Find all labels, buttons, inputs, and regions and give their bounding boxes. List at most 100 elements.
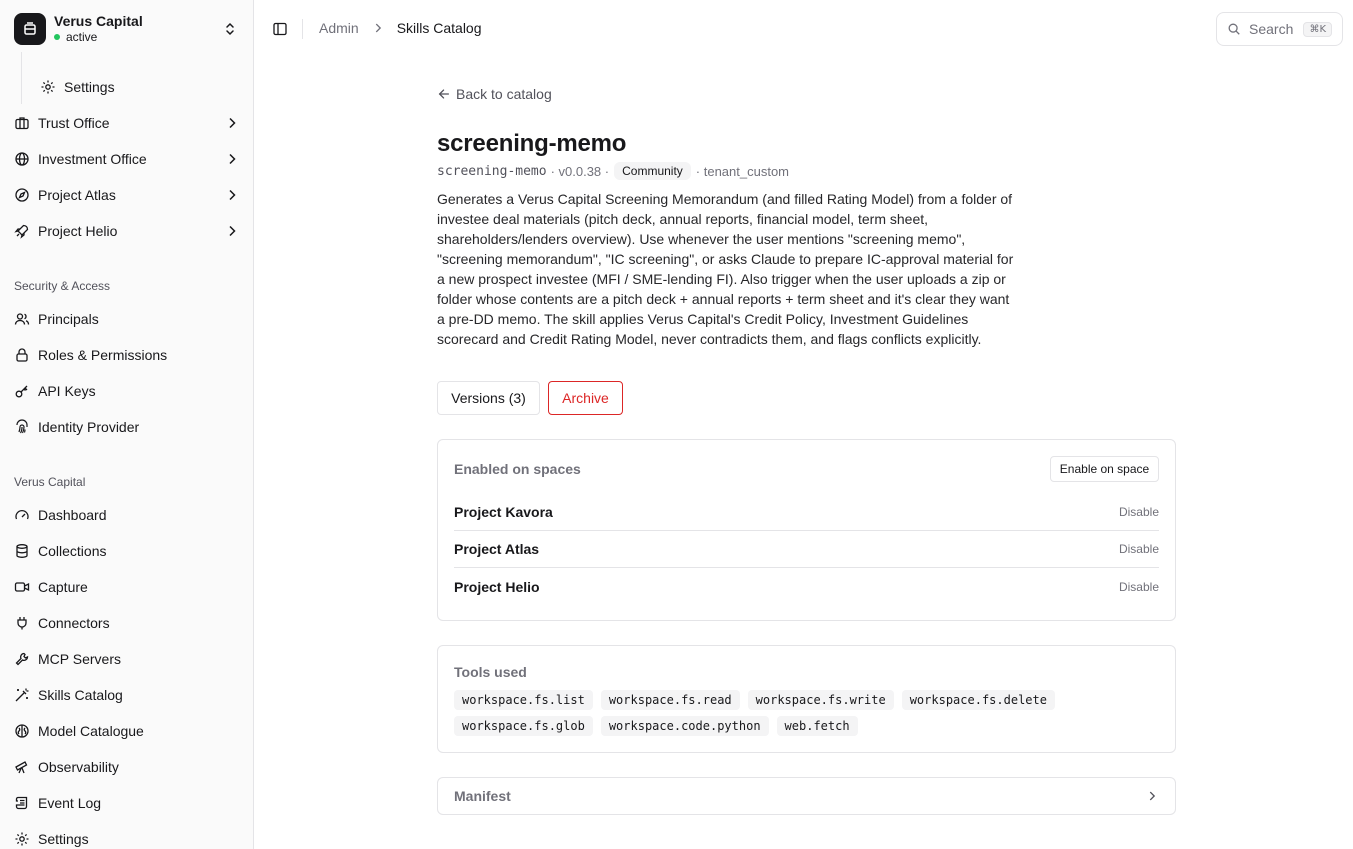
disable-button[interactable]: Disable	[1119, 542, 1159, 556]
sidebar-item-mcp-servers[interactable]: MCP Servers	[8, 643, 246, 675]
panel-left-icon	[273, 22, 287, 36]
tools-used-card: Tools used workspace.fs.list workspace.f…	[437, 645, 1176, 753]
tools-used-title: Tools used	[454, 664, 527, 680]
lock-icon	[14, 347, 30, 363]
sidebar-subitem-settings[interactable]: Settings	[34, 71, 246, 103]
scroll-icon	[14, 795, 30, 811]
key-icon	[14, 383, 30, 399]
space-name: Project Kavora	[454, 504, 553, 520]
wand-icon	[14, 687, 30, 703]
search-button[interactable]: Search ⌘K	[1216, 12, 1343, 46]
sidebar-item-project-helio[interactable]: Project Helio	[8, 215, 246, 247]
chevron-right-icon	[229, 117, 236, 129]
sidebar-item-settings[interactable]: Settings	[8, 823, 246, 849]
community-badge: Community	[614, 162, 691, 180]
arrow-left-icon	[438, 89, 450, 99]
fingerprint-icon	[14, 419, 30, 435]
status-dot-icon	[54, 34, 60, 41]
sidebar-item-investment-office[interactable]: Investment Office	[8, 143, 246, 175]
sidebar-item-observability[interactable]: Observability	[8, 751, 246, 783]
tool-chip: workspace.fs.write	[747, 690, 894, 710]
search-shortcut: ⌘K	[1303, 21, 1332, 37]
compass-icon	[14, 187, 30, 203]
group-label-org: Verus Capital	[14, 475, 86, 489]
sidebar-item-capture[interactable]: Capture	[8, 571, 246, 603]
briefcase-icon	[14, 115, 30, 131]
breadcrumb-admin[interactable]: Admin	[319, 20, 359, 36]
skill-meta: screening-memo · v0.0.38 · Community · t…	[437, 162, 789, 180]
group-label-security: Security & Access	[14, 279, 111, 293]
database-icon	[14, 543, 30, 559]
chevron-right-icon	[229, 189, 236, 201]
sidebar-item-project-atlas[interactable]: Project Atlas	[8, 179, 246, 211]
space-name: Project Helio	[454, 578, 540, 595]
plug-icon	[14, 615, 30, 631]
archive-button[interactable]: Archive	[548, 381, 623, 415]
chevron-right-icon	[1149, 791, 1156, 801]
sidebar: Verus Capital active Settings Trust Offi…	[0, 0, 254, 849]
video-icon	[14, 579, 30, 595]
sidebar-item-api-keys[interactable]: API Keys	[8, 375, 246, 407]
brain-icon	[14, 723, 30, 739]
disable-button[interactable]: Disable	[1119, 505, 1159, 519]
sidebar-item-connectors[interactable]: Connectors	[8, 607, 246, 639]
chevron-right-icon	[371, 21, 385, 35]
versions-button[interactable]: Versions (3)	[437, 381, 540, 415]
gear-icon	[40, 79, 56, 95]
breadcrumb: Admin Skills Catalog	[319, 20, 482, 36]
sidebar-item-roles-permissions[interactable]: Roles & Permissions	[8, 339, 246, 371]
tool-chip: workspace.fs.read	[600, 690, 740, 710]
top-header: Admin Skills Catalog Search ⌘K	[254, 0, 1353, 58]
tool-chip: web.fetch	[776, 716, 858, 736]
gauge-icon	[14, 507, 30, 523]
search-icon	[1228, 23, 1240, 35]
space-row: Project Helio Disable	[454, 568, 1159, 605]
tool-chip: workspace.fs.list	[454, 690, 593, 710]
sidebar-item-dashboard[interactable]: Dashboard	[8, 499, 246, 531]
sidebar-toggle-button[interactable]	[270, 19, 290, 39]
chevrons-up-down-icon	[226, 22, 234, 36]
skill-slug: screening-memo	[437, 163, 547, 179]
chevron-right-icon	[229, 153, 236, 165]
skill-description: Generates a Verus Capital Screening Memo…	[437, 191, 1014, 347]
back-to-catalog-link[interactable]: Back to catalog	[437, 86, 552, 102]
gear-icon	[14, 831, 30, 847]
disable-button[interactable]: Disable	[1119, 580, 1159, 594]
workspace-status: active	[54, 30, 222, 44]
tools-list: workspace.fs.list workspace.fs.read work…	[454, 690, 1154, 736]
tool-chip: workspace.fs.glob	[454, 716, 593, 736]
skill-source: · tenant_custom	[695, 163, 790, 179]
wrench-icon	[14, 651, 30, 667]
tool-chip: workspace.fs.delete	[901, 690, 1055, 710]
sidebar-item-trust-office[interactable]: Trust Office	[8, 107, 246, 139]
tool-chip: workspace.code.python	[600, 716, 769, 736]
manifest-expander[interactable]: Manifest	[437, 777, 1176, 815]
globe-icon	[14, 151, 30, 167]
chevron-right-icon	[229, 225, 236, 237]
page-title: screening-memo	[437, 130, 627, 157]
manifest-label: Manifest	[454, 788, 511, 804]
sidebar-item-model-catalogue[interactable]: Model Catalogue	[8, 715, 246, 747]
search-label: Search	[1249, 21, 1294, 37]
header-divider	[302, 19, 303, 39]
sidebar-item-collections[interactable]: Collections	[8, 535, 246, 567]
space-row: Project Atlas Disable	[454, 531, 1159, 568]
sidebar-item-skills-catalog[interactable]: Skills Catalog	[8, 679, 246, 711]
submenu-guide-line	[21, 52, 22, 104]
rocket-icon	[14, 223, 30, 239]
space-row: Project Kavora Disable	[454, 494, 1159, 531]
space-name: Project Atlas	[454, 541, 540, 557]
users-icon	[14, 311, 30, 327]
workspace-name: Verus Capital	[54, 13, 143, 30]
telescope-icon	[14, 759, 30, 775]
workspace-logo-icon	[14, 13, 46, 45]
skill-version: · v0.0.38 ·	[550, 163, 610, 179]
sidebar-item-identity-provider[interactable]: Identity Provider	[8, 411, 246, 443]
breadcrumb-current: Skills Catalog	[396, 20, 482, 36]
enabled-spaces-title: Enabled on spaces	[454, 461, 581, 477]
sidebar-item-principals[interactable]: Principals	[8, 303, 246, 335]
sidebar-item-event-log[interactable]: Event Log	[8, 787, 246, 819]
enable-on-space-button[interactable]: Enable on space	[1050, 456, 1159, 482]
workspace-switcher[interactable]: Verus Capital active	[6, 6, 246, 52]
enabled-spaces-card: Enabled on spaces Enable on space Projec…	[437, 439, 1176, 621]
